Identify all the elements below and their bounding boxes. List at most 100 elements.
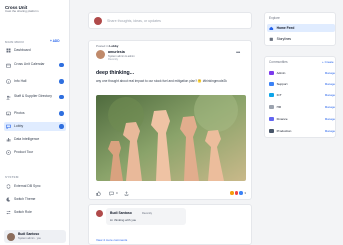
community-item[interactable]: Support Manage [269, 81, 335, 87]
communities-heading: Communities [269, 60, 288, 64]
community-label: ICT [276, 93, 282, 97]
home-icon [269, 26, 274, 30]
switch-icon [6, 210, 11, 215]
manage-link[interactable]: Manage [325, 117, 335, 121]
comment-button[interactable]: 0 [109, 191, 118, 196]
comment-text: im thinking with you [110, 217, 137, 222]
sidebar-item-label: External DB Sync [14, 183, 41, 188]
community-label: Finance [276, 117, 288, 121]
community-item[interactable]: Production Manage [269, 128, 335, 134]
sidebar-item-photos[interactable]: Photos [4, 109, 66, 118]
sidebar-item-label: Photos [14, 110, 25, 115]
posted-in-place[interactable]: Lobby [109, 44, 118, 48]
sidebar-item-dashboard[interactable]: Dashboard [4, 46, 66, 55]
sidebar-item-data-intelligence[interactable]: Data Intelligence [4, 135, 66, 144]
posted-in-prefix: Posted in [96, 44, 109, 48]
reactions-count: 3 [244, 191, 246, 195]
brand[interactable]: Cross Unit Cast the sharing platform [5, 5, 65, 14]
sidebar-item-lobby[interactable]: Lobby [4, 122, 66, 131]
info-icon [6, 79, 11, 84]
post-title: deep thinking... [96, 70, 135, 76]
users-icon [6, 95, 11, 100]
notification-badge [59, 62, 64, 68]
sidebar-item-label: Switch Role [14, 209, 32, 214]
comment-time: Recently [142, 211, 153, 215]
manage-link[interactable]: Manage [325, 71, 335, 75]
community-avatar [269, 92, 274, 98]
like-button[interactable] [96, 190, 103, 196]
sidebar-item-label: Lobby [14, 123, 24, 128]
sidebar-item-calendar[interactable]: Cross Unit Calendar [4, 59, 66, 71]
sidebar-item-product-tour[interactable]: Product Tour [4, 148, 66, 157]
notification-badge [59, 79, 64, 84]
view-more-comments-link[interactable]: View 4 more comments [96, 238, 127, 242]
sidebar-item-label: Switch Theme [14, 196, 36, 201]
sidebar-item-label: Data Intelligence [14, 136, 40, 141]
post-composer[interactable]: Share thoughts, ideas, or updates [88, 12, 252, 29]
brand-subtitle: Cast the sharing platform [5, 9, 39, 13]
grid-icon [6, 48, 11, 53]
communities-panel: Communities + Create Admin Manage Suppor… [264, 56, 336, 138]
reactions-summary[interactable]: 3 [230, 191, 246, 195]
manage-link[interactable]: Manage [325, 105, 335, 109]
post-image[interactable] [96, 95, 246, 181]
community-label: Support [276, 82, 288, 86]
create-community-button[interactable]: + Create [322, 60, 334, 64]
community-item[interactable]: HR Manage [269, 104, 335, 110]
chart-icon [6, 137, 11, 142]
sidebar-item-switch-theme[interactable]: Switch Theme [4, 195, 66, 204]
sidebar: Cross Unit Cast the sharing platform MAI… [0, 0, 70, 245]
sidebar-item-label: Cross Unit Calendar [14, 62, 45, 67]
sidebar-item-switch-role[interactable]: Switch Role [4, 208, 66, 217]
book-icon [269, 37, 273, 41]
notification-badge [59, 111, 64, 116]
feed-item-home[interactable]: Home Feed [267, 24, 335, 32]
add-button[interactable]: + ADD [50, 39, 60, 43]
community-avatar [269, 128, 274, 134]
reaction-emoji-icon [230, 191, 235, 195]
community-avatar [269, 104, 274, 110]
comment-author[interactable]: Budi Santoso [110, 211, 132, 215]
community-label: HR [276, 105, 282, 109]
manage-link[interactable]: Manage [325, 82, 335, 86]
comments-section: Budi Santoso Recently im thinking with y… [88, 204, 252, 245]
share-icon [124, 190, 128, 196]
sidebar-item-db-sync[interactable]: External DB Sync [4, 182, 66, 191]
community-item[interactable]: Finance Manage [269, 116, 335, 122]
notification-badge [59, 94, 64, 100]
community-avatar [269, 81, 274, 87]
raised-fists-photo [96, 95, 246, 181]
notification-badge [59, 124, 64, 129]
post-actions: 0 3 [96, 189, 246, 197]
sidebar-item-label: Product Tour [14, 149, 34, 154]
system-heading: SYSTEM [5, 175, 19, 179]
more-options-icon[interactable]: ••• [236, 50, 240, 56]
avatar [96, 210, 103, 217]
author-avatar[interactable] [96, 50, 105, 59]
manage-link[interactable]: Manage [325, 129, 335, 133]
community-avatar [269, 116, 274, 122]
sidebar-item-label: Staff & Supplier Directory [14, 94, 53, 99]
manage-link[interactable]: Manage [325, 93, 335, 97]
moon-icon [6, 197, 11, 202]
sidebar-item-label: Dashboard [14, 47, 31, 52]
current-user-card[interactable]: Budi Santoso System admin · you [4, 230, 66, 243]
avatar [7, 232, 15, 241]
community-label: Production [276, 129, 292, 133]
community-label: Admin [276, 71, 286, 75]
posted-in-line: Posted in Lobby [96, 44, 118, 48]
chat-icon [6, 124, 11, 129]
community-item[interactable]: Admin Manage [269, 70, 335, 76]
sidebar-item-directory[interactable]: Staff & Supplier Directory [4, 91, 66, 103]
sidebar-item-info-hall[interactable]: Info Hall [4, 77, 66, 86]
community-item[interactable]: ICT Manage [269, 92, 335, 98]
author-name[interactable]: amurlesia [108, 50, 125, 54]
comments-count: 0 [116, 191, 118, 195]
sidebar-item-label: Info Hall [14, 78, 27, 83]
feed-label: Home Feed [276, 26, 295, 30]
compass-icon [6, 150, 11, 155]
comment-icon [109, 191, 114, 196]
reaction-like-icon [239, 191, 243, 195]
feed-item-storylines[interactable]: Storylines [267, 35, 335, 43]
share-button[interactable] [124, 190, 131, 196]
